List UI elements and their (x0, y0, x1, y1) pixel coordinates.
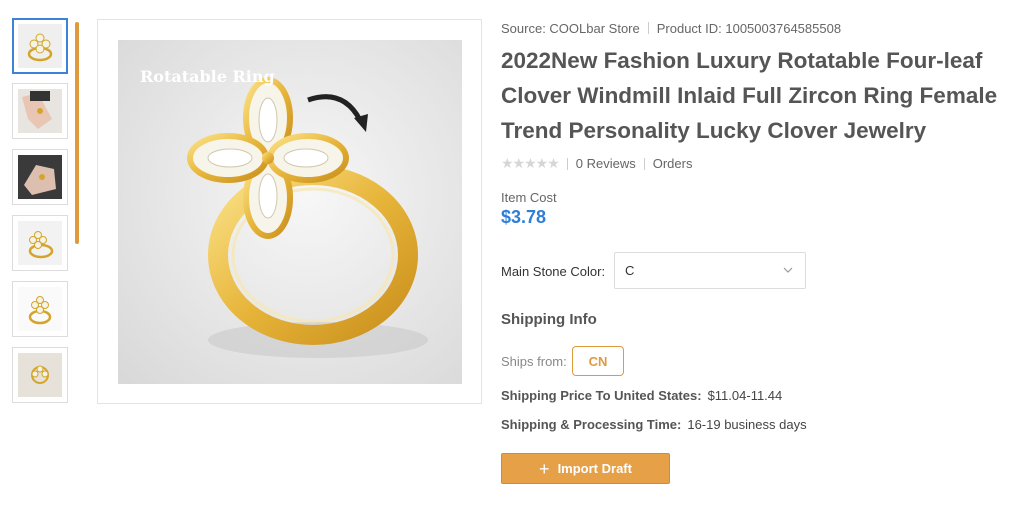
thumbnail-6[interactable] (12, 347, 68, 403)
chevron-down-icon (783, 267, 793, 273)
item-cost-label: Item Cost (501, 190, 557, 205)
thumbnail-scrollbar[interactable] (75, 22, 79, 244)
main-image-frame: Rotatable Ring (97, 19, 482, 404)
product-main-image[interactable]: Rotatable Ring (118, 40, 462, 384)
product-title: 2022New Fashion Luxury Rotatable Four-le… (501, 48, 998, 143)
import-draft-label: Import Draft (557, 461, 632, 476)
ships-from-option[interactable]: CN (572, 346, 624, 376)
thumbnail-1[interactable] (12, 18, 68, 74)
product-id-label: Product ID: 1005003764585508 (656, 21, 842, 36)
ring-thumbnail-image (18, 287, 62, 331)
main-stone-label: Main Stone Color: (501, 264, 606, 279)
ring-thumbnail-image (18, 24, 62, 68)
ring-thumbnail-image (18, 221, 62, 265)
orders-label: Orders (652, 156, 693, 171)
ships-from-label: Ships from: (501, 354, 567, 369)
product-meta: Source: COOLbar Store Product ID: 1005003… (501, 21, 841, 36)
hand-thumbnail-image (18, 89, 62, 133)
shipping-time-row: Shipping & Processing Time: 16-19 busines… (501, 417, 807, 432)
thumbnail-5[interactable] (12, 281, 68, 337)
shipping-info-title: Shipping Info (501, 311, 597, 328)
plus-icon: + (539, 458, 550, 479)
hand-thumbnail-image (18, 155, 62, 199)
thumbnail-2[interactable] (12, 83, 68, 139)
reviews-count[interactable]: 0 Reviews (576, 156, 636, 171)
divider (643, 157, 645, 170)
rating-stars-icon: ★★★★★ (501, 155, 560, 171)
image-caption: Rotatable Ring (140, 67, 275, 86)
divider (647, 22, 649, 34)
source-label: Source: COOLbar Store (501, 21, 640, 36)
ring-thumbnail-image (18, 353, 62, 397)
shipping-price-value: $11.04-11.44 (707, 388, 783, 403)
import-draft-button[interactable]: + Import Draft (501, 453, 670, 484)
shipping-price-row: Shipping Price To United States: $11.04-1… (501, 388, 782, 403)
main-stone-value: C (625, 263, 635, 278)
shipping-time-label: Shipping & Processing Time: (501, 417, 682, 432)
shipping-time-value: 16-19 business days (687, 417, 807, 432)
divider (566, 157, 568, 170)
rating-row: ★★★★★ 0 Reviews Orders (501, 155, 692, 172)
item-price: $3.78 (501, 207, 547, 227)
main-stone-select[interactable]: C (614, 252, 806, 289)
thumbnail-4[interactable] (12, 215, 68, 271)
shipping-price-label: Shipping Price To United States: (501, 388, 702, 403)
thumbnail-3[interactable] (12, 149, 68, 205)
